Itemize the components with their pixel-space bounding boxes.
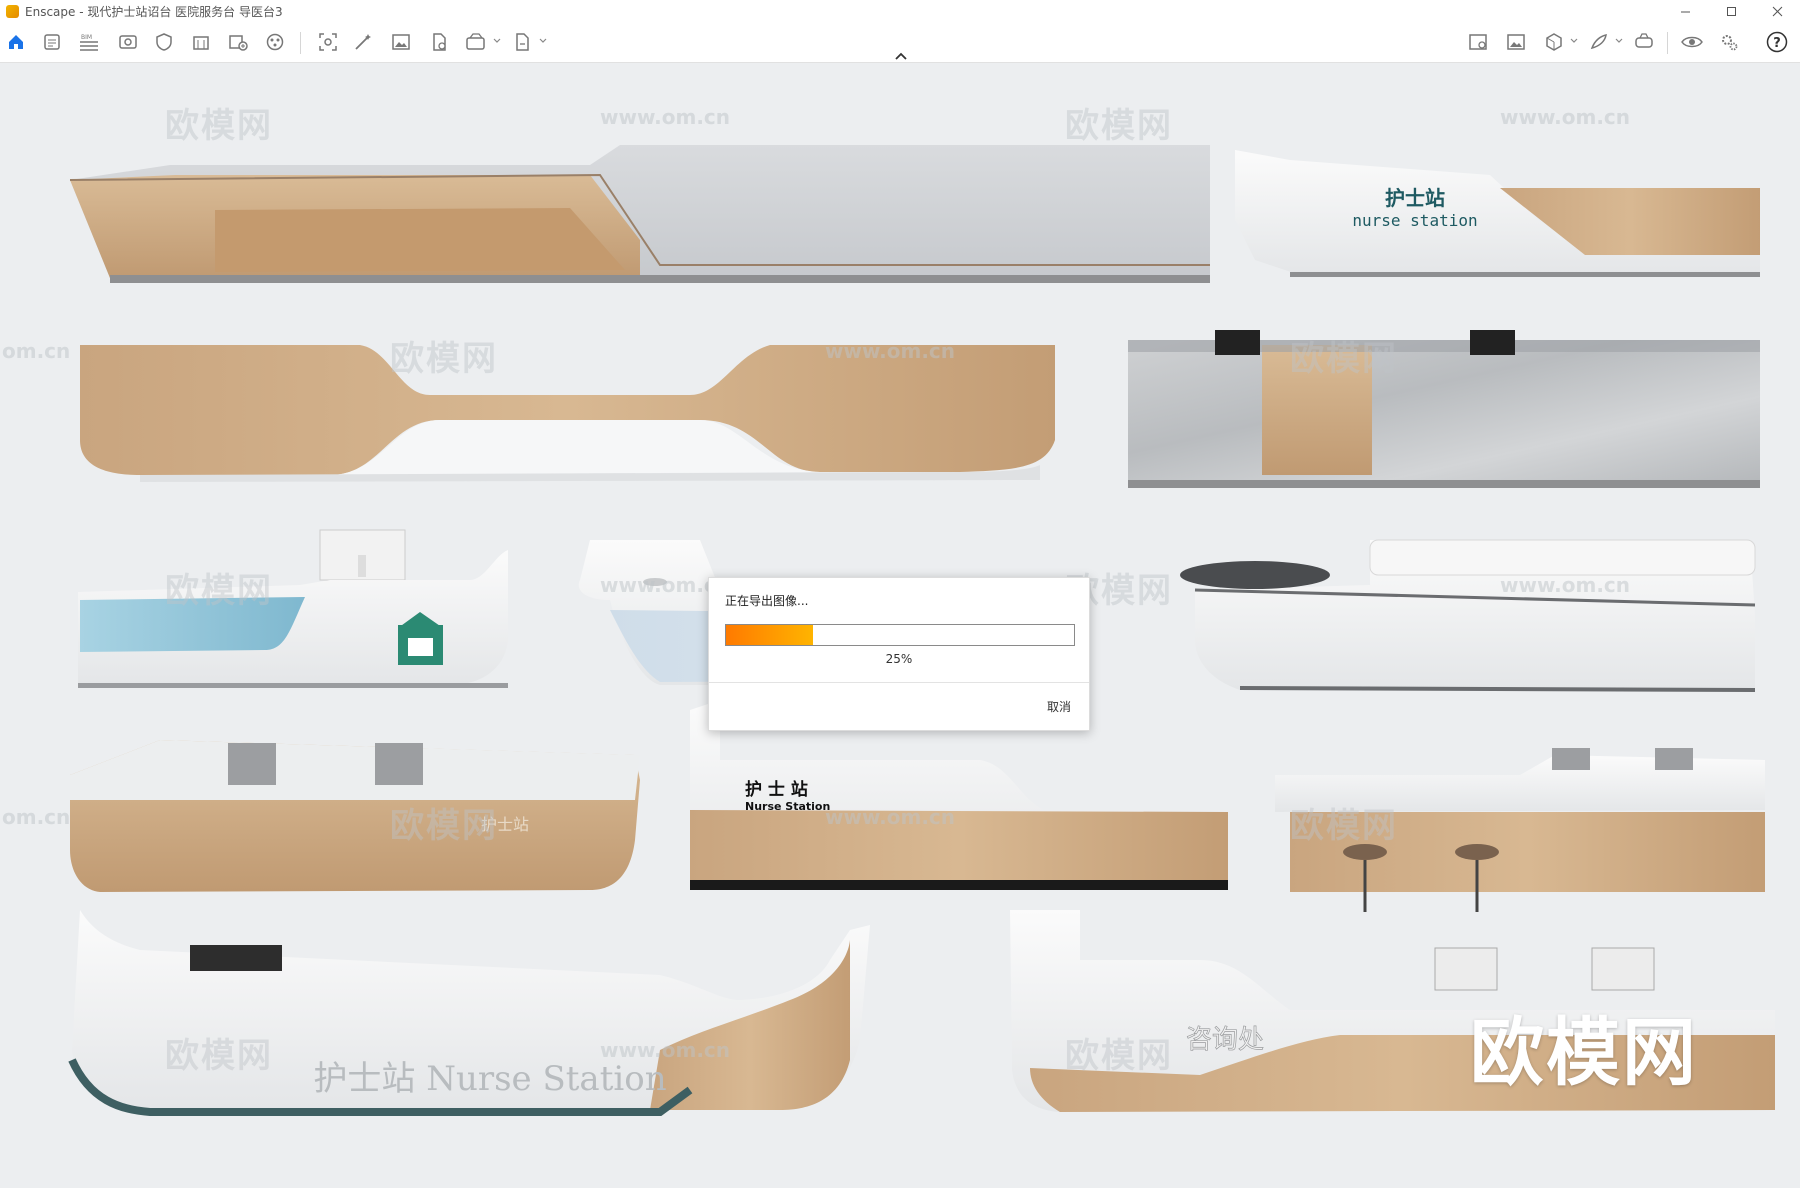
bim-icon: BIM — [80, 34, 98, 51]
watermark: 欧模网 — [165, 1036, 273, 1076]
map-button[interactable] — [1467, 31, 1489, 53]
views-button[interactable] — [117, 31, 139, 53]
add-asset-button[interactable] — [227, 31, 249, 53]
chevron-down-icon[interactable] — [1569, 36, 1579, 46]
material-button[interactable] — [264, 31, 286, 53]
window-controls — [1662, 0, 1800, 22]
watermark: 欧模网 — [1065, 106, 1173, 146]
progress-fill — [726, 625, 813, 645]
watermark-edge: om.cn — [2, 805, 71, 829]
desk-label-en: nurse station — [1352, 211, 1477, 230]
export-icon — [516, 33, 529, 51]
watermark: 欧模网 — [390, 339, 498, 379]
assets-button[interactable] — [41, 31, 63, 53]
svg-text:?: ? — [1773, 36, 1781, 51]
watermark-url: www.om.cn — [600, 1038, 731, 1062]
watermark-url: www.om.cn — [825, 805, 956, 829]
watermark: 欧模网 — [165, 106, 273, 146]
screenshot-icon — [319, 33, 337, 51]
visual-settings-button[interactable] — [1681, 31, 1703, 53]
toolbar-separator — [1667, 32, 1668, 54]
brand-watermark: 欧模网 — [1470, 1010, 1698, 1096]
bim-button[interactable]: BIM — [78, 31, 100, 53]
cancel-button[interactable]: 取消 — [1047, 698, 1071, 715]
home-icon — [9, 35, 23, 49]
dialog-title: 正在导出图像... — [725, 594, 809, 608]
image-icon — [392, 34, 410, 50]
sketch-icon — [1590, 34, 1607, 50]
map-icon — [1469, 34, 1487, 50]
help-icon: ? — [1766, 31, 1788, 53]
cube-icon — [1546, 33, 1562, 51]
desk-label-consult: 咨询处 — [1186, 1025, 1264, 1055]
settings-icon — [1722, 35, 1738, 51]
dialog-divider — [709, 682, 1089, 683]
pdf-export-button[interactable] — [428, 31, 450, 53]
magic-wand-button[interactable] — [352, 31, 374, 53]
watermark-edge: om.cn — [2, 339, 71, 363]
export-button[interactable] — [511, 31, 533, 53]
chevron-down-icon[interactable] — [538, 36, 548, 46]
desk-label-en-2: Nurse Station — [745, 800, 830, 813]
title-bar: Enscape - 现代护士站诏台 医院服务台 导医台3 — [0, 0, 1800, 22]
help-button[interactable]: ? — [1766, 31, 1788, 53]
collapse-toolbar-icon[interactable] — [893, 50, 909, 62]
sketch-button[interactable] — [1588, 31, 1610, 53]
visual-settings-icon — [1681, 36, 1703, 48]
screenshot-button[interactable] — [317, 31, 339, 53]
settings-button[interactable] — [1718, 31, 1740, 53]
watermark-url: www.om.cn — [825, 339, 956, 363]
cube-button[interactable] — [1543, 31, 1565, 53]
svg-text:BIM: BIM — [81, 34, 92, 41]
toolbar-separator — [300, 32, 301, 54]
assets-icon — [44, 34, 60, 50]
watermark: 欧模网 — [390, 806, 498, 846]
watermark: 欧模网 — [1290, 806, 1398, 846]
safe-frame-button[interactable] — [153, 31, 175, 53]
vr-headset-icon — [1635, 33, 1653, 48]
watermark-url: www.om.cn — [1500, 105, 1631, 129]
batch-render-icon — [466, 33, 485, 50]
add-asset-icon — [229, 35, 248, 51]
image-button[interactable] — [390, 31, 412, 53]
watermark-url: www.om.cn — [600, 105, 731, 129]
views-icon — [119, 35, 137, 49]
gallery-button[interactable] — [1505, 31, 1527, 53]
maximize-button[interactable] — [1708, 0, 1754, 22]
chevron-down-icon[interactable] — [1614, 36, 1624, 46]
progress-percent: 25% — [885, 652, 913, 666]
batch-render-button[interactable] — [465, 31, 487, 53]
render-viewport[interactable]: 护士站 nurse station 护士站 护 士 站 Nurse Statio… — [0, 63, 1800, 1188]
export-progress-bar — [725, 624, 1075, 646]
watermark: 欧模网 — [1290, 339, 1398, 379]
export-progress-dialog: 正在导出图像... 25% 取消 — [708, 577, 1090, 731]
pdf-export-icon — [433, 33, 446, 51]
desk-label-cn-2: 护 士 站 — [745, 779, 808, 800]
building-button[interactable] — [190, 31, 212, 53]
window-title: Enscape - 现代护士站诏台 医院服务台 导医台3 — [25, 4, 283, 19]
gallery-icon — [1507, 34, 1525, 50]
desk-label-cn: 护士站 — [1385, 186, 1445, 210]
vr-headset-button[interactable] — [1633, 31, 1655, 53]
home-button[interactable] — [5, 31, 27, 53]
enscape-logo-icon — [6, 4, 19, 18]
material-icon — [266, 33, 284, 51]
watermark: 欧模网 — [165, 571, 273, 611]
close-button[interactable] — [1754, 0, 1800, 22]
minimize-button[interactable] — [1662, 0, 1708, 22]
safe-frame-icon — [156, 33, 172, 51]
magic-wand-icon — [355, 34, 371, 50]
chevron-down-icon[interactable] — [492, 36, 502, 46]
building-icon — [193, 36, 209, 50]
watermark: 欧模网 — [1065, 1036, 1173, 1076]
desk-label-3: 护士站 Nurse Station — [313, 1059, 666, 1099]
watermark-url: www.om.cn — [1500, 573, 1631, 597]
